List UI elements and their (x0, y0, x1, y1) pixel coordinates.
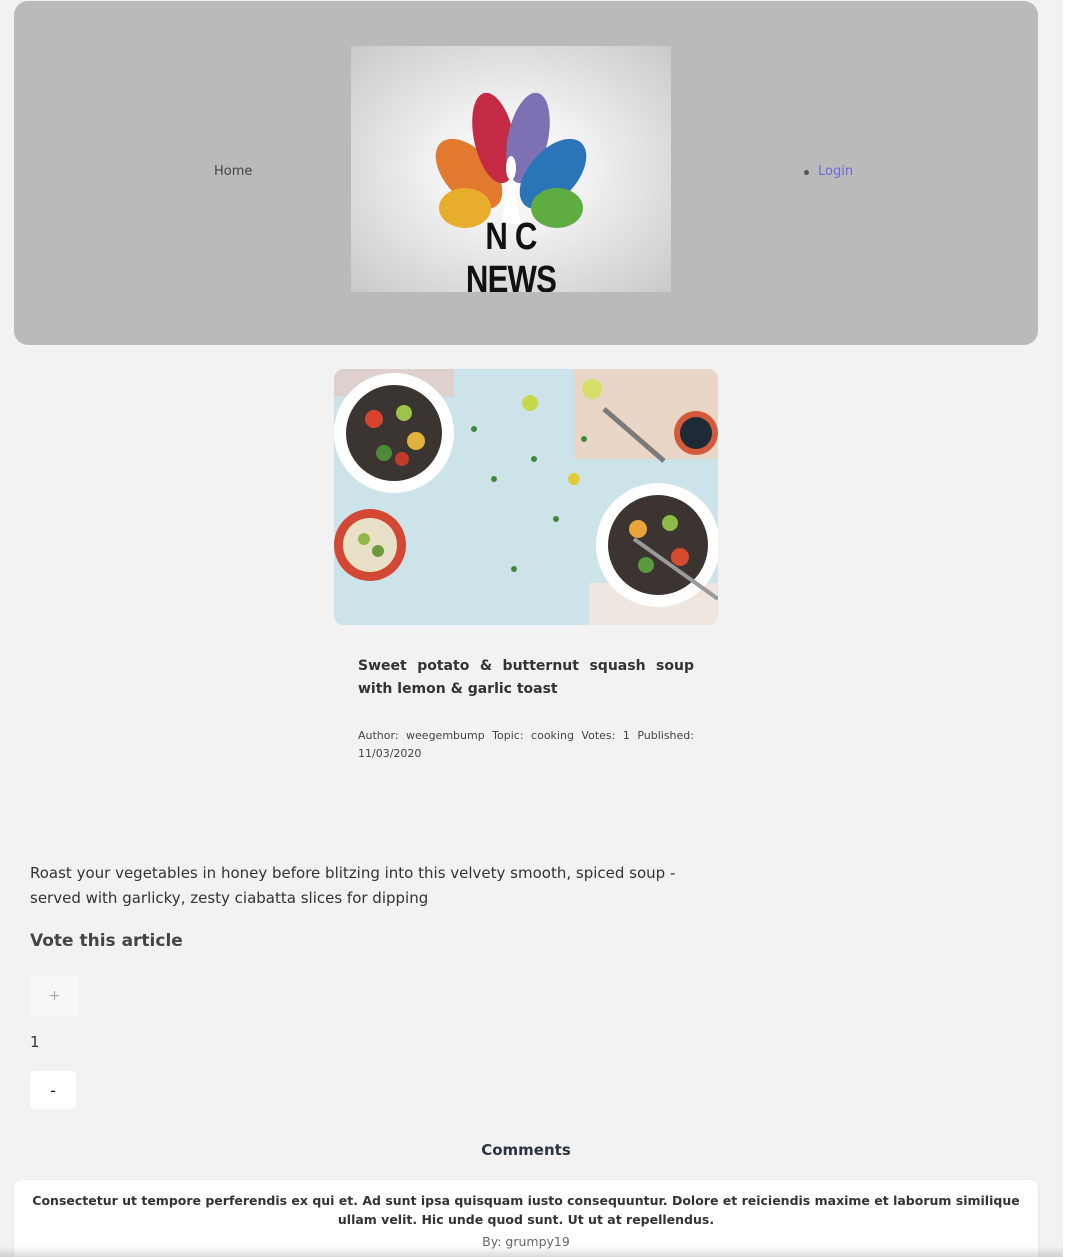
food-bowls-icon (334, 369, 718, 625)
page: Home N C NEWS Login Sweet potato & butte… (0, 0, 1070, 1257)
vote-count: 1 (30, 1033, 40, 1051)
article-body: Roast your vegetables in honey before bl… (30, 864, 676, 907)
site-logo[interactable]: N C NEWS (351, 46, 671, 292)
article-title: Sweet potato & butternut squash soup wit… (358, 658, 694, 697)
nav-right: Login (804, 164, 853, 179)
vote-heading: Vote this article (30, 931, 183, 951)
comments-heading: Comments (481, 1141, 571, 1159)
site-header: Home N C NEWS Login (14, 1, 1038, 345)
article-image (334, 369, 718, 625)
vote-down-button[interactable]: - (30, 1071, 76, 1109)
logo-wordmark: N C NEWS (465, 216, 557, 292)
login-link[interactable]: Login (818, 164, 853, 179)
nav-home-link[interactable]: Home (214, 164, 252, 179)
nav-item-login: Login (804, 164, 853, 179)
bottom-fade (0, 1246, 1070, 1257)
article-meta: Author: weegembump Topic: cooking Votes:… (358, 729, 694, 760)
vote-up-button[interactable]: + (30, 976, 79, 1016)
comment-body: Consectetur ut tempore perferendis ex qu… (32, 1193, 1020, 1227)
nav-list: Login (804, 164, 853, 179)
scrollbar-track[interactable] (1063, 0, 1070, 1257)
